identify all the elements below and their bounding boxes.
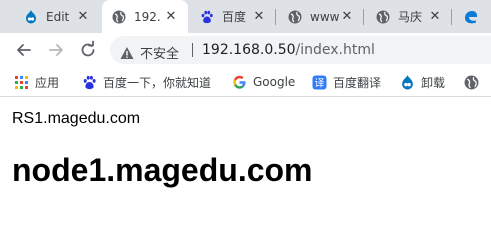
- url-path: /index.html: [295, 42, 375, 58]
- browser-toolbar: 不安全 192.168.0.50/index.html: [0, 33, 491, 67]
- tab-label: Edit: [46, 9, 70, 24]
- bookmark-label: 百度翻译: [333, 75, 382, 90]
- bookmark-label: 百度一下，你就知道: [103, 75, 212, 90]
- tab-separator: [275, 9, 276, 25]
- close-icon[interactable]: ✕: [163, 9, 179, 25]
- tab-www[interactable]: www ✕: [278, 0, 364, 33]
- bookmark-label: Google: [253, 75, 296, 89]
- url-text[interactable]: 192.168.0.50/index.html: [202, 42, 375, 58]
- tab-active[interactable]: 192. ✕: [102, 0, 188, 33]
- edge-icon: [465, 10, 478, 23]
- bookmark-baidu[interactable]: 百度一下，你就知道: [82, 73, 211, 91]
- reload-icon[interactable]: [78, 40, 98, 60]
- globe-icon: [464, 75, 479, 89]
- baidu-paw-icon: [201, 10, 213, 23]
- bookmark-label: 卸载: [421, 75, 446, 90]
- bookmark-apps[interactable]: 应用: [14, 73, 59, 91]
- tab-strip: Edit ✕ 192. ✕ 百度 ✕ www ✕ 马庆 ✕: [0, 0, 491, 33]
- bookmark-globe[interactable]: [464, 73, 485, 91]
- drupal-icon: [402, 74, 413, 89]
- tab-separator: [451, 9, 452, 25]
- drupal-icon: [26, 9, 36, 23]
- page-content: RS1.magedu.com node1.magedu.com: [0, 97, 491, 248]
- tab-label: 百度: [222, 10, 247, 24]
- tab-edge[interactable]: [454, 0, 491, 33]
- tab-label: www: [310, 9, 340, 24]
- omnibox-divider: [192, 43, 193, 57]
- close-icon[interactable]: ✕: [427, 9, 443, 25]
- warning-triangle-icon: [120, 46, 134, 59]
- bookmarks-bar: 应用 百度一下，你就知道 Google 译 百度翻译 卸载: [0, 67, 491, 97]
- page-heading: node1.magedu.com: [12, 152, 313, 188]
- security-label: 不安全: [140, 47, 180, 62]
- baidu-paw-icon: [83, 75, 96, 89]
- baidu-translate-icon: 译: [312, 75, 327, 89]
- bookmark-baidu-translate[interactable]: 译 百度翻译: [312, 73, 381, 91]
- tab-baidu[interactable]: 百度 ✕: [190, 0, 276, 33]
- server-line: RS1.magedu.com: [12, 110, 141, 127]
- address-bar[interactable]: 不安全 192.168.0.50/index.html: [110, 36, 491, 64]
- globe-icon: [112, 10, 126, 23]
- tab-separator: [363, 9, 364, 25]
- bookmark-uninstall[interactable]: 卸载: [400, 73, 445, 91]
- back-arrow-icon[interactable]: [14, 40, 34, 60]
- close-icon[interactable]: ✕: [339, 9, 355, 25]
- bookmark-label: 应用: [35, 75, 60, 90]
- bookmark-google[interactable]: Google: [232, 73, 295, 91]
- svg-text:译: 译: [315, 77, 325, 89]
- url-host: 192.168.0.50: [202, 42, 296, 58]
- globe-icon: [376, 10, 390, 23]
- close-icon[interactable]: ✕: [251, 9, 267, 25]
- apps-grid-icon: [15, 75, 28, 89]
- tab-label: 192.: [134, 9, 161, 24]
- close-icon[interactable]: ✕: [75, 9, 91, 25]
- tab-label: 马庆: [398, 10, 423, 24]
- tab-maqing[interactable]: 马庆 ✕: [366, 0, 452, 33]
- forward-arrow-icon[interactable]: [46, 40, 66, 60]
- tab-edit[interactable]: Edit ✕: [14, 0, 100, 33]
- google-icon: [233, 75, 246, 89]
- globe-icon: [288, 10, 302, 23]
- security-indicator[interactable]: 不安全: [120, 43, 179, 62]
